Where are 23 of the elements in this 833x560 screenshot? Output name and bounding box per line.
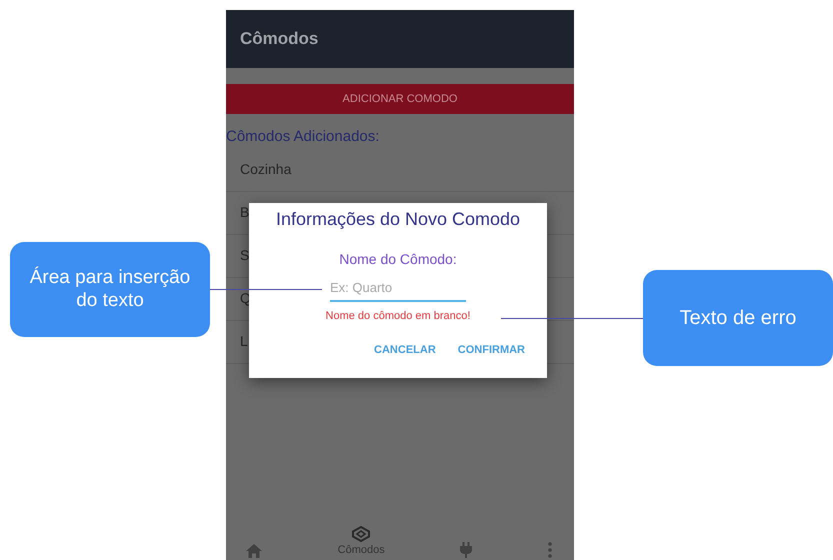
nav-item[interactable]: Cômodos — [338, 526, 385, 560]
field-label: Nome do Cômodo: — [339, 250, 457, 269]
app-bar-title: Cômodos — [240, 28, 318, 50]
room-item[interactable]: S — [240, 245, 250, 266]
error-message: Nome do cômodo em branco! — [326, 308, 470, 324]
nav-item[interactable] — [246, 544, 262, 560]
more-icon — [548, 542, 552, 558]
dialog-button[interactable]: CANCELAR — [374, 340, 436, 360]
room-item[interactable]: Cozinha — [240, 159, 292, 180]
cube-icon — [352, 526, 370, 542]
dialog-title: Informações do Novo Comodo — [276, 208, 520, 231]
room-item[interactable]: L — [240, 331, 248, 352]
nav-item[interactable] — [460, 542, 472, 560]
dialog-button[interactable]: CONFIRMAR — [458, 340, 525, 360]
add-room-button[interactable]: ADICIONAR COMODO — [226, 84, 574, 114]
nav-item[interactable] — [548, 542, 552, 560]
callout: Área para inserção do texto — [10, 242, 210, 337]
plug-icon — [460, 542, 472, 558]
room-item[interactable]: B — [240, 202, 250, 223]
nav-label: Cômodos — [338, 542, 385, 558]
list-heading: Cômodos Adicionados: — [226, 127, 380, 147]
home-icon — [246, 544, 262, 558]
callout: Texto de erro — [643, 270, 833, 366]
